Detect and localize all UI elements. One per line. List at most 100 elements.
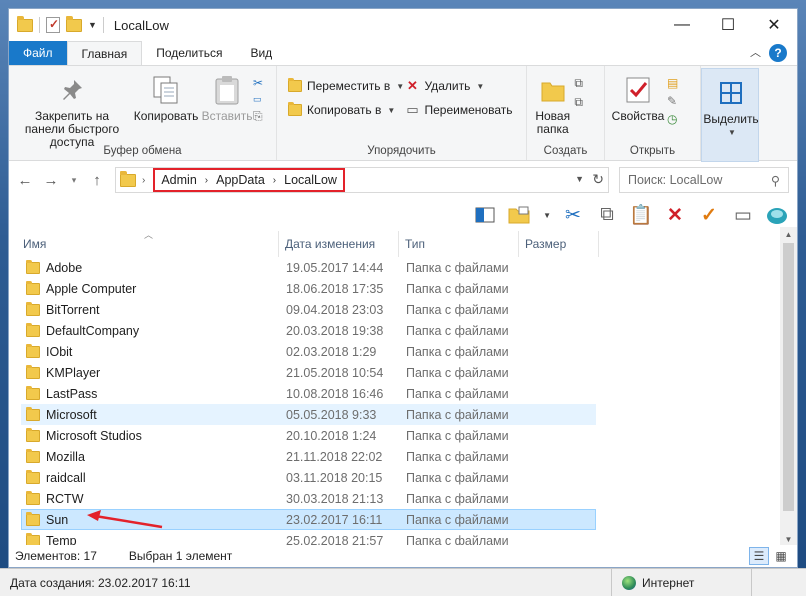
- browser-status-bar: Дата создания: 23.02.2017 16:11 Интернет: [0, 568, 806, 596]
- new-folder-icon[interactable]: [66, 15, 82, 32]
- move-to-button[interactable]: Переместить в ▼: [287, 76, 405, 96]
- pin-label: Закрепить на панели быстрого доступа: [24, 109, 120, 149]
- file-name-cell: BitTorrent: [22, 301, 280, 317]
- column-date[interactable]: Дата изменения: [279, 231, 399, 257]
- file-name: DefaultCompany: [46, 323, 140, 338]
- cut-icon[interactable]: ✂: [561, 203, 585, 227]
- file-name-cell: Microsoft: [22, 406, 280, 422]
- preview-pane-icon[interactable]: [473, 203, 497, 227]
- folder-icon: [26, 448, 40, 463]
- search-input[interactable]: Поиск: LocalLow ⚲: [619, 167, 789, 193]
- easy-access-icon[interactable]: ⧉: [574, 95, 600, 110]
- table-row[interactable]: Microsoft Studios 20.10.2018 1:24 Папка с …: [21, 425, 596, 446]
- tab-view[interactable]: Вид: [236, 41, 286, 65]
- maximize-button[interactable]: ☐: [705, 9, 751, 41]
- close-button[interactable]: ✕: [751, 9, 797, 41]
- column-size[interactable]: Размер: [519, 231, 599, 257]
- select-button[interactable]: Выделить ▼: [703, 73, 759, 161]
- chevron-down-icon[interactable]: ▼: [543, 211, 551, 220]
- move-icon: [287, 78, 303, 94]
- view-menu-icon[interactable]: [507, 203, 531, 227]
- file-name: Apple Computer: [46, 281, 137, 296]
- file-type: Папка с файлами: [406, 281, 509, 296]
- check-icon[interactable]: ✓: [697, 203, 721, 227]
- file-date: 03.11.2018 20:15: [286, 470, 383, 485]
- refresh-icon[interactable]: ↻: [592, 171, 604, 188]
- network-icon[interactable]: [765, 203, 789, 227]
- column-type[interactable]: Тип: [399, 231, 519, 257]
- recent-locations-icon[interactable]: ▾: [69, 175, 79, 186]
- chevron-right-icon[interactable]: ›: [205, 175, 208, 186]
- toolbar-divider: [102, 17, 104, 33]
- file-type: Папка с файлами: [406, 386, 509, 401]
- tab-share[interactable]: Поделиться: [142, 41, 236, 65]
- table-row[interactable]: Sun 23.02.2017 16:11 Папка с файлами: [21, 509, 596, 530]
- folder-icon[interactable]: [17, 15, 33, 32]
- chevron-down-icon[interactable]: ▼: [575, 174, 584, 184]
- rename-icon[interactable]: ▭: [731, 203, 755, 227]
- vertical-scrollbar[interactable]: ▲ ▼: [780, 227, 797, 547]
- copy-path-icon[interactable]: ▭: [253, 94, 272, 105]
- file-type: Папка с файлами: [406, 365, 509, 380]
- up-button[interactable]: ↑: [89, 172, 105, 189]
- new-item-icon[interactable]: ⧉: [574, 76, 600, 91]
- scroll-up-icon[interactable]: ▲: [780, 230, 797, 239]
- file-date: 02.03.2018 1:29: [286, 344, 377, 359]
- file-date: 05.05.2018 9:33: [286, 407, 377, 422]
- minimize-button[interactable]: —: [659, 9, 705, 41]
- table-row[interactable]: Microsoft 05.05.2018 9:33 Папка с файлами: [21, 404, 596, 425]
- toolbar-divider: [39, 17, 40, 33]
- paste-icon[interactable]: 📋: [629, 203, 653, 227]
- delete-button[interactable]: ✕ Удалить ▼: [405, 76, 523, 96]
- chevron-right-icon[interactable]: ›: [273, 175, 276, 186]
- chevron-down-icon[interactable]: ▼: [88, 20, 97, 30]
- table-row[interactable]: LastPass 10.08.2018 16:46 Папка с файлами: [21, 383, 596, 404]
- new-folder-icon: [537, 74, 569, 106]
- file-name-cell: raidcall: [22, 469, 280, 485]
- file-date: 20.10.2018 1:24: [286, 428, 377, 443]
- file-name: Microsoft: [46, 407, 97, 422]
- scissors-icon[interactable]: ✂: [253, 76, 272, 90]
- table-row[interactable]: IObit 02.03.2018 1:29 Папка с файлами: [21, 341, 596, 362]
- paste-shortcut-icon[interactable]: ⎘: [253, 109, 272, 124]
- table-row[interactable]: Mozilla 21.11.2018 22:02 Папка с файлами: [21, 446, 596, 467]
- breadcrumb-appdata[interactable]: AppData: [216, 173, 265, 187]
- file-date: 20.03.2018 19:38: [286, 323, 384, 338]
- history-icon[interactable]: ◷: [667, 112, 689, 126]
- file-name: LastPass: [46, 386, 98, 401]
- table-row[interactable]: raidcall 03.11.2018 20:15 Папка с файлами: [21, 467, 596, 488]
- table-row[interactable]: KMPlayer 21.05.2018 10:54 Папка с файлами: [21, 362, 596, 383]
- scroll-down-icon[interactable]: ▼: [780, 535, 797, 544]
- tab-home[interactable]: Главная: [66, 41, 143, 65]
- table-row[interactable]: Adobe 19.05.2017 14:44 Папка с файлами: [21, 257, 596, 278]
- search-icon: ⚲: [770, 173, 780, 188]
- large-icons-view-icon[interactable]: ▦: [771, 547, 791, 565]
- delete-icon[interactable]: ✕: [663, 203, 687, 227]
- breadcrumb-admin[interactable]: Admin: [161, 173, 196, 187]
- open-icon[interactable]: ▤: [667, 76, 689, 90]
- properties-icon[interactable]: [46, 17, 60, 33]
- ribbon: Закрепить на панели быстрого доступа Коп…: [9, 65, 797, 162]
- quick-access-toolbar: ▼: [9, 15, 104, 33]
- copy-icon[interactable]: ⧉: [595, 203, 619, 227]
- back-button[interactable]: ←: [17, 172, 33, 189]
- scrollbar-thumb[interactable]: [783, 243, 794, 511]
- collapse-ribbon-icon[interactable]: ︿: [750, 44, 761, 60]
- table-row[interactable]: BitTorrent 09.04.2018 23:03 Папка с файлам…: [21, 299, 596, 320]
- address-bar[interactable]: › Admin › AppData › LocalLow ▼ ↻: [115, 167, 609, 193]
- table-row[interactable]: DefaultCompany 20.03.2018 19:38 Папка с фа…: [21, 320, 596, 341]
- help-icon[interactable]: ?: [769, 44, 787, 62]
- folder-icon: [26, 322, 40, 337]
- table-row[interactable]: Apple Computer 18.06.2018 17:35 Папка с фа…: [21, 278, 596, 299]
- details-view-icon[interactable]: ☰: [749, 547, 769, 565]
- rename-button[interactable]: ▭ Переименовать: [405, 100, 523, 120]
- forward-button[interactable]: →: [43, 172, 59, 189]
- folder-icon: [26, 427, 40, 442]
- table-row[interactable]: RCTW 30.03.2018 21:13 Папка с файлами: [21, 488, 596, 509]
- edit-icon[interactable]: ✎: [667, 94, 689, 108]
- copy-to-button[interactable]: Копировать в ▼: [287, 100, 405, 120]
- clipboard-group-label: Буфер обмена: [103, 145, 182, 157]
- file-type: Папка с файлами: [406, 323, 509, 338]
- tab-file[interactable]: Файл: [9, 41, 67, 65]
- breadcrumb-locallow[interactable]: LocalLow: [284, 173, 337, 187]
